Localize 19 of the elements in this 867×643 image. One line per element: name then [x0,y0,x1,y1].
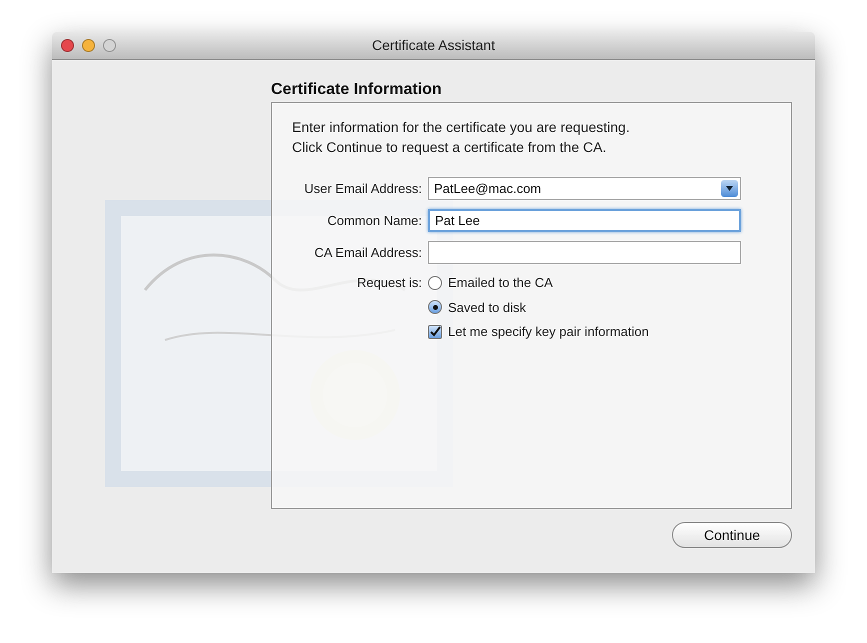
email-dropdown[interactable]: PatLee@mac.com [428,177,741,200]
continue-button[interactable]: Continue [672,522,792,548]
zoom-button[interactable] [103,39,116,52]
window-title: Certificate Assistant [372,36,495,55]
field-label: Request is: [356,274,423,292]
input-field[interactable]: Pat Lee [428,209,741,232]
field-label: CA Email Address: [313,244,423,262]
key-pair-checkbox[interactable]: Let me specify key pair information [428,322,649,342]
section-heading: Certificate Information [271,80,443,100]
instruction-text: Click Continue to request a certificate from the CA. [292,138,606,157]
close-button[interactable] [61,39,74,52]
minimize-button[interactable] [82,39,95,52]
field-label: User Email Address: [303,180,423,198]
checkmark-icon [430,326,440,338]
field-label: Common Name: [326,212,423,230]
radio-option[interactable]: Saved to disk [428,298,649,317]
radio-option[interactable]: Emailed to the CA [428,273,649,292]
input-field[interactable] [428,241,741,264]
instruction-text: Enter information for the certificate you are requesting. [292,118,630,137]
